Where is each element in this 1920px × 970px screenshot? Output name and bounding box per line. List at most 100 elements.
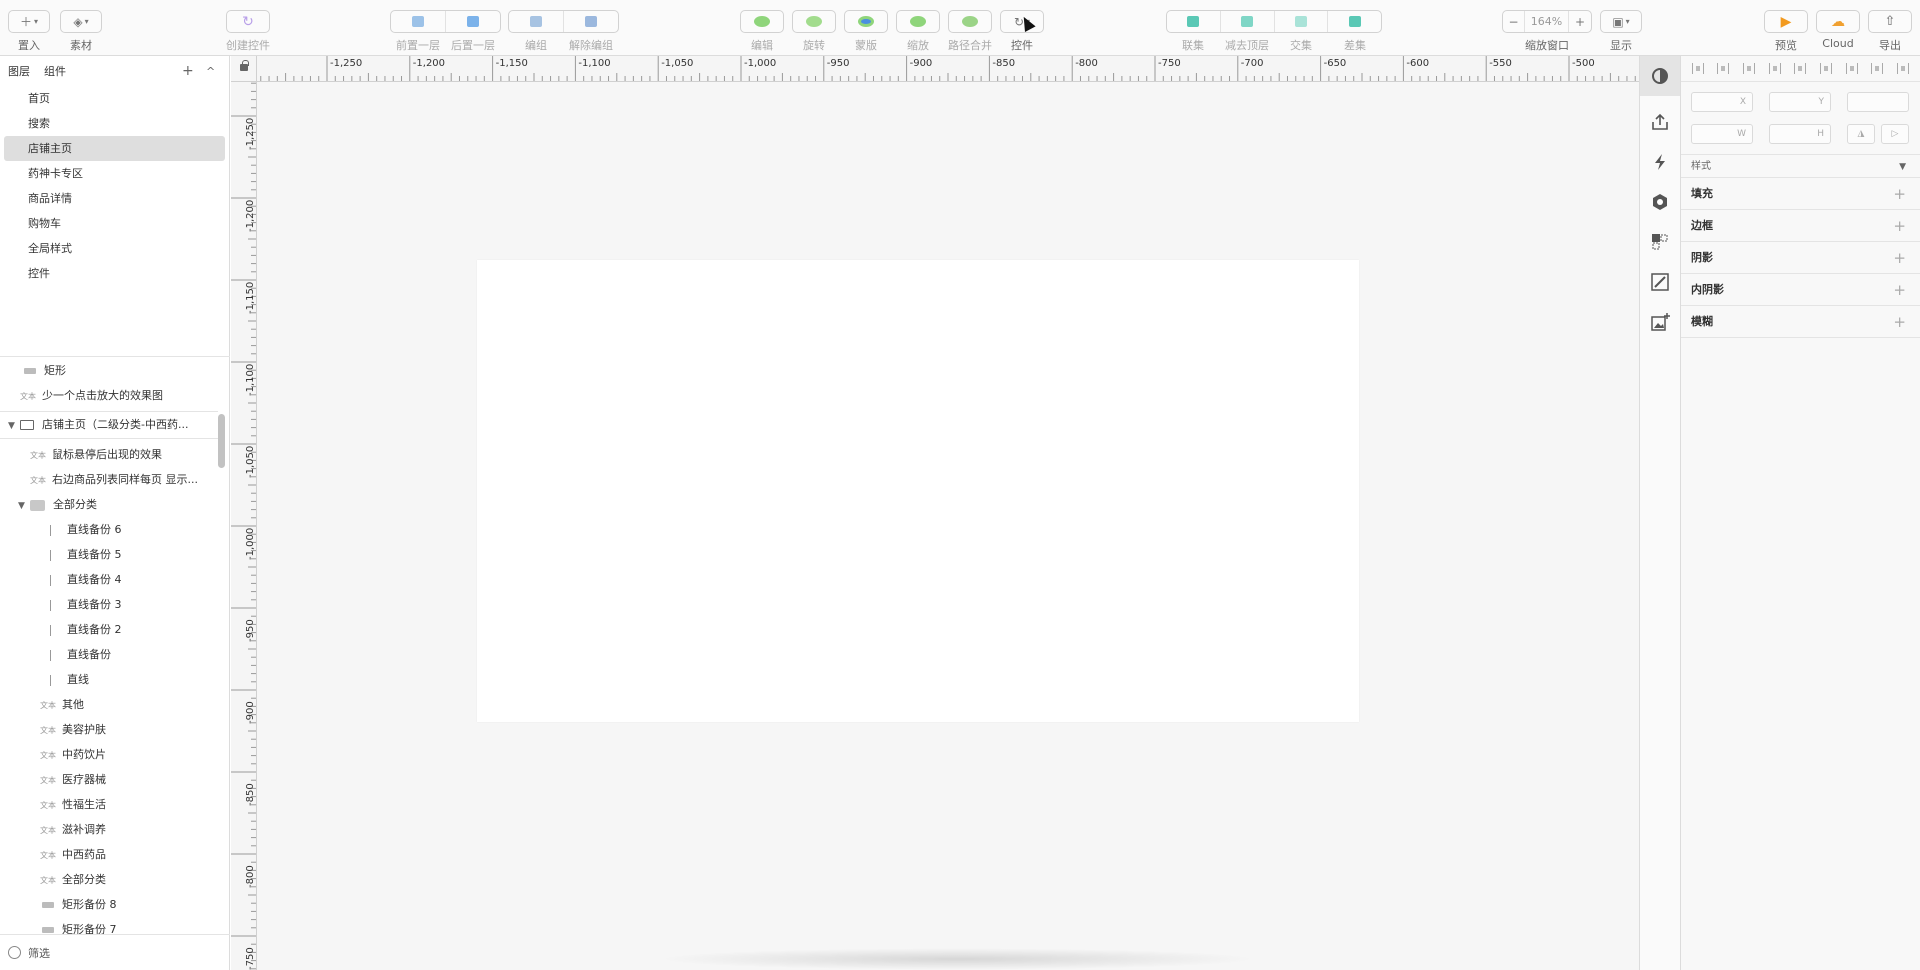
add-border-icon[interactable]: + — [1893, 210, 1906, 242]
inner-shadow-section[interactable]: 内阴影 + — [1681, 274, 1920, 306]
difference-button[interactable] — [1328, 11, 1381, 32]
zoom-out-button[interactable]: − — [1503, 11, 1525, 32]
layer-row[interactable]: 文本 医疗器械 — [0, 767, 218, 792]
symbol-button[interactable] — [1640, 182, 1680, 222]
layer-row[interactable]: 直线 — [0, 667, 218, 692]
display-button[interactable]: ▣ ▾ — [1600, 10, 1642, 33]
layer-row[interactable]: 文本 美容护肤 — [0, 717, 218, 742]
flip-vertical-button[interactable]: ▷ — [1881, 124, 1909, 144]
width-field[interactable]: W — [1691, 124, 1753, 144]
page-item[interactable]: 药神卡专区 — [4, 161, 225, 186]
rotate-button[interactable] — [792, 10, 836, 33]
layer-row[interactable]: ▼ 全部分类 — [0, 492, 218, 517]
collapse-icon[interactable]: ^ — [206, 65, 215, 78]
bring-forward-button[interactable] — [391, 11, 446, 32]
edit-image-button[interactable] — [1640, 262, 1680, 302]
page-item[interactable]: 店铺主页 — [4, 136, 225, 161]
cloud-button[interactable]: ☁ — [1816, 10, 1860, 33]
page-item[interactable]: 商品详情 — [4, 186, 225, 211]
layer-row[interactable]: 直线备份 — [0, 642, 218, 667]
flip-horizontal-button[interactable]: ◮ — [1847, 124, 1875, 144]
edit-button[interactable] — [740, 10, 784, 33]
layer-row[interactable]: 文本 性福生活 — [0, 792, 218, 817]
fill-section[interactable]: 填充 + — [1681, 178, 1920, 210]
add-page-icon[interactable]: + — [182, 63, 194, 79]
page-item[interactable]: 全局样式 — [4, 236, 225, 261]
layer-row[interactable]: 矩形备份 7 — [0, 917, 218, 934]
layer-row[interactable]: 文本 全部分类 — [0, 867, 218, 892]
add-blur-icon[interactable]: + — [1893, 306, 1906, 338]
union-button[interactable] — [1167, 11, 1221, 32]
upload-button[interactable] — [1640, 102, 1680, 142]
layer-row[interactable]: 矩形 — [0, 358, 218, 383]
group-button[interactable] — [509, 11, 564, 32]
align-bottom-icon[interactable] — [1897, 63, 1910, 74]
interaction-button[interactable] — [1640, 142, 1680, 182]
height-field[interactable]: H — [1769, 124, 1831, 144]
disclosure-triangle-icon[interactable]: ▼ — [8, 413, 20, 438]
page-item[interactable]: 购物车 — [4, 211, 225, 236]
layer-row[interactable]: 直线备份 4 — [0, 567, 218, 592]
zoom-value[interactable]: 164% — [1525, 11, 1569, 32]
disclosure-triangle-icon[interactable]: ▼ — [18, 494, 30, 517]
subtract-button[interactable] — [1221, 11, 1275, 32]
layer-row[interactable]: ▼ 店铺主页（二级分类-中西药... — [0, 411, 218, 439]
border-section[interactable]: 边框 + — [1681, 210, 1920, 242]
contrast-button[interactable] — [1640, 56, 1680, 96]
align-right-icon[interactable] — [1820, 63, 1833, 74]
layer-scrollbar[interactable] — [218, 414, 225, 468]
layer-row[interactable]: 直线备份 2 — [0, 617, 218, 642]
blur-section[interactable]: 模糊 + — [1681, 306, 1920, 338]
rotation-field[interactable] — [1847, 92, 1909, 112]
distribute-vertical-icon[interactable] — [1717, 63, 1730, 74]
create-component-button[interactable]: ↻ — [226, 10, 270, 33]
layer-row[interactable]: 文本 中西药品 — [0, 842, 218, 867]
scale-button[interactable] — [896, 10, 940, 33]
layer-row[interactable]: 矩形备份 8 — [0, 892, 218, 917]
align-middle-icon[interactable] — [1871, 63, 1884, 74]
add-fill-icon[interactable]: + — [1893, 178, 1906, 210]
layer-row[interactable]: 文本 右边商品列表同样每页 显示... — [0, 467, 218, 492]
layer-row[interactable]: 直线备份 5 — [0, 542, 218, 567]
shadow-section[interactable]: 阴影 + — [1681, 242, 1920, 274]
layer-row[interactable]: 直线备份 3 — [0, 592, 218, 617]
align-center-icon[interactable] — [1794, 63, 1807, 74]
layer-row[interactable]: 文本 鼠标悬停后出现的效果 — [0, 442, 218, 467]
send-backward-button[interactable] — [446, 11, 500, 32]
add-inner-shadow-icon[interactable]: + — [1893, 274, 1906, 306]
layer-row[interactable]: 文本 其他 — [0, 692, 218, 717]
layer-row[interactable]: 文本 少一个点击放大的效果图 — [0, 383, 218, 408]
page-item[interactable]: 首页 — [4, 86, 225, 111]
page-item[interactable]: 搜索 — [4, 111, 225, 136]
ruler-corner[interactable] — [231, 56, 257, 82]
layer-row[interactable]: 直线备份 6 — [0, 517, 218, 542]
insert-button[interactable]: ＋ ▾ — [8, 10, 50, 33]
add-shadow-icon[interactable]: + — [1893, 242, 1906, 274]
path-merge-button[interactable] — [948, 10, 992, 33]
layer-row[interactable]: 文本 滋补调养 — [0, 817, 218, 842]
distribute-horizontal-icon[interactable] — [1691, 63, 1704, 74]
mask-button[interactable] — [844, 10, 888, 33]
intersect-button[interactable] — [1275, 11, 1329, 32]
tab-layers[interactable]: 图层 — [8, 63, 30, 79]
tab-components[interactable]: 组件 — [44, 63, 66, 79]
canvas[interactable] — [257, 82, 1639, 970]
filter-bar[interactable]: 筛选 — [0, 934, 230, 970]
zoom-in-button[interactable]: + — [1569, 11, 1591, 32]
ungroup-button[interactable] — [564, 11, 618, 32]
export-button[interactable]: ⇧ — [1868, 10, 1912, 33]
align-left-icon[interactable] — [1768, 63, 1781, 74]
layer-row[interactable]: 文本 中药饮片 — [0, 742, 218, 767]
page-item[interactable]: 控件 — [4, 261, 225, 286]
material-button[interactable]: ◈ ▾ — [60, 10, 102, 33]
slice-button[interactable] — [1640, 222, 1680, 262]
x-field[interactable]: X — [1691, 92, 1753, 112]
artboard[interactable] — [477, 260, 1359, 722]
y-field[interactable]: Y — [1769, 92, 1831, 112]
align-top-icon[interactable] — [1845, 63, 1858, 74]
style-selector[interactable]: 样式 ▼ — [1681, 154, 1920, 178]
add-image-button[interactable] — [1640, 302, 1680, 342]
preview-button[interactable]: ▶ — [1764, 10, 1808, 33]
tidy-icon[interactable] — [1743, 63, 1756, 74]
ruler-label: -850 — [245, 783, 256, 806]
